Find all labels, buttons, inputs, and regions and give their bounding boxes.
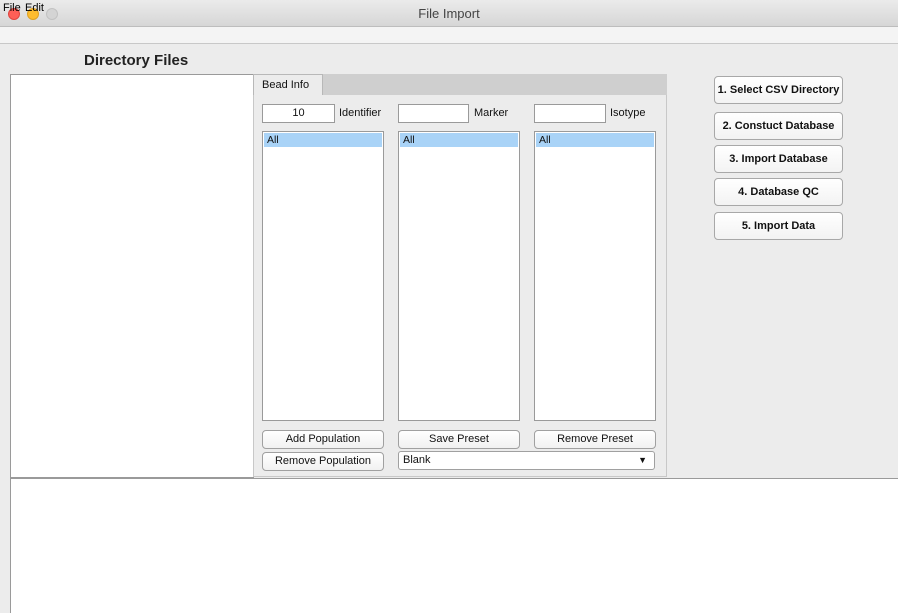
log-output-area[interactable] [10,478,898,613]
marker-list[interactable]: All [398,131,520,421]
remove-preset-button[interactable]: Remove Preset [534,430,656,449]
menu-bar [0,27,898,44]
identifier-list[interactable]: All [262,131,384,421]
remove-population-button[interactable]: Remove Population [262,452,384,471]
identifier-label: Identifier [339,107,382,119]
import-data-button[interactable]: 5. Import Data [714,212,843,240]
import-database-button[interactable]: 3. Import Database [714,145,843,173]
preset-select[interactable]: Blank ▼ [398,451,655,470]
menu-file[interactable]: File [3,0,21,17]
chevron-down-icon: ▼ [638,455,647,465]
list-item[interactable]: All [264,133,382,147]
directory-files-list[interactable] [10,74,254,478]
save-preset-button[interactable]: Save Preset [398,430,520,449]
identifier-input[interactable]: 10 [262,104,335,123]
list-item[interactable]: All [536,133,654,147]
isotype-label: Isotype [610,107,646,119]
window-title: File Import [418,6,480,21]
directory-files-title: Directory Files [84,52,189,69]
menu-edit[interactable]: Edit [25,0,44,17]
add-population-button[interactable]: Add Population [262,430,384,449]
database-qc-button[interactable]: 4. Database QC [714,178,843,206]
preset-select-value: Blank [403,454,431,466]
isotype-list[interactable]: All [534,131,656,421]
marker-label: Marker [474,107,509,119]
select-csv-directory-button[interactable]: 1. Select CSV Directory [714,76,843,104]
list-item[interactable]: All [400,133,518,147]
tab-bead-info[interactable]: Bead Info [253,74,323,96]
construct-database-button[interactable]: 2. Constuct Database [714,112,843,140]
marker-input[interactable] [398,104,469,123]
isotype-input[interactable] [534,104,606,123]
